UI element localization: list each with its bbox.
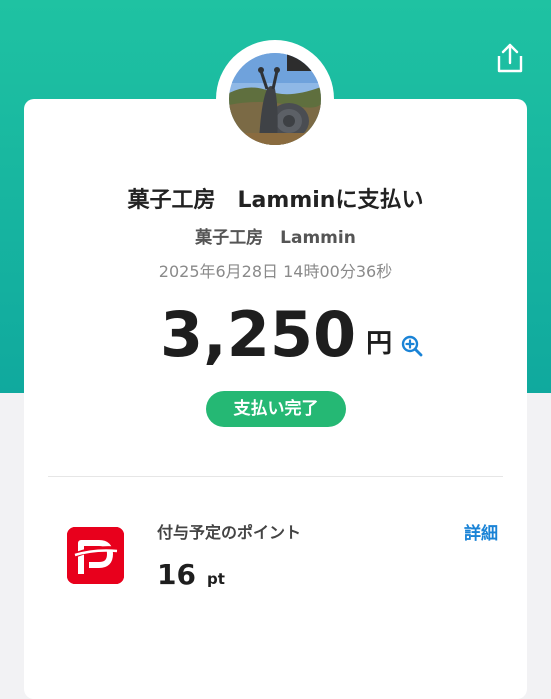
merchant-avatar bbox=[229, 53, 321, 145]
currency-label: 円 bbox=[366, 329, 393, 359]
status-badge: 支払い完了 bbox=[206, 391, 346, 427]
points-value: 16 bbox=[157, 558, 196, 591]
payment-amount: 3,250 bbox=[160, 298, 357, 371]
amount-row: 3,250 円 bbox=[160, 300, 424, 370]
divider bbox=[48, 476, 503, 477]
points-label: 付与予定のポイント bbox=[157, 523, 302, 542]
share-icon[interactable] bbox=[495, 42, 525, 74]
merchant-name: 菓子工房 Lammin bbox=[195, 228, 356, 248]
zoom-in-icon[interactable] bbox=[400, 334, 424, 358]
detail-link[interactable]: 詳細 bbox=[464, 519, 498, 544]
paypay-logo bbox=[67, 527, 124, 584]
payment-title: 菓子工房 Lamminに支払い bbox=[127, 188, 424, 213]
payment-datetime: 2025年6月28日 14時00分36秒 bbox=[158, 262, 393, 281]
points-unit: pt bbox=[207, 570, 225, 588]
